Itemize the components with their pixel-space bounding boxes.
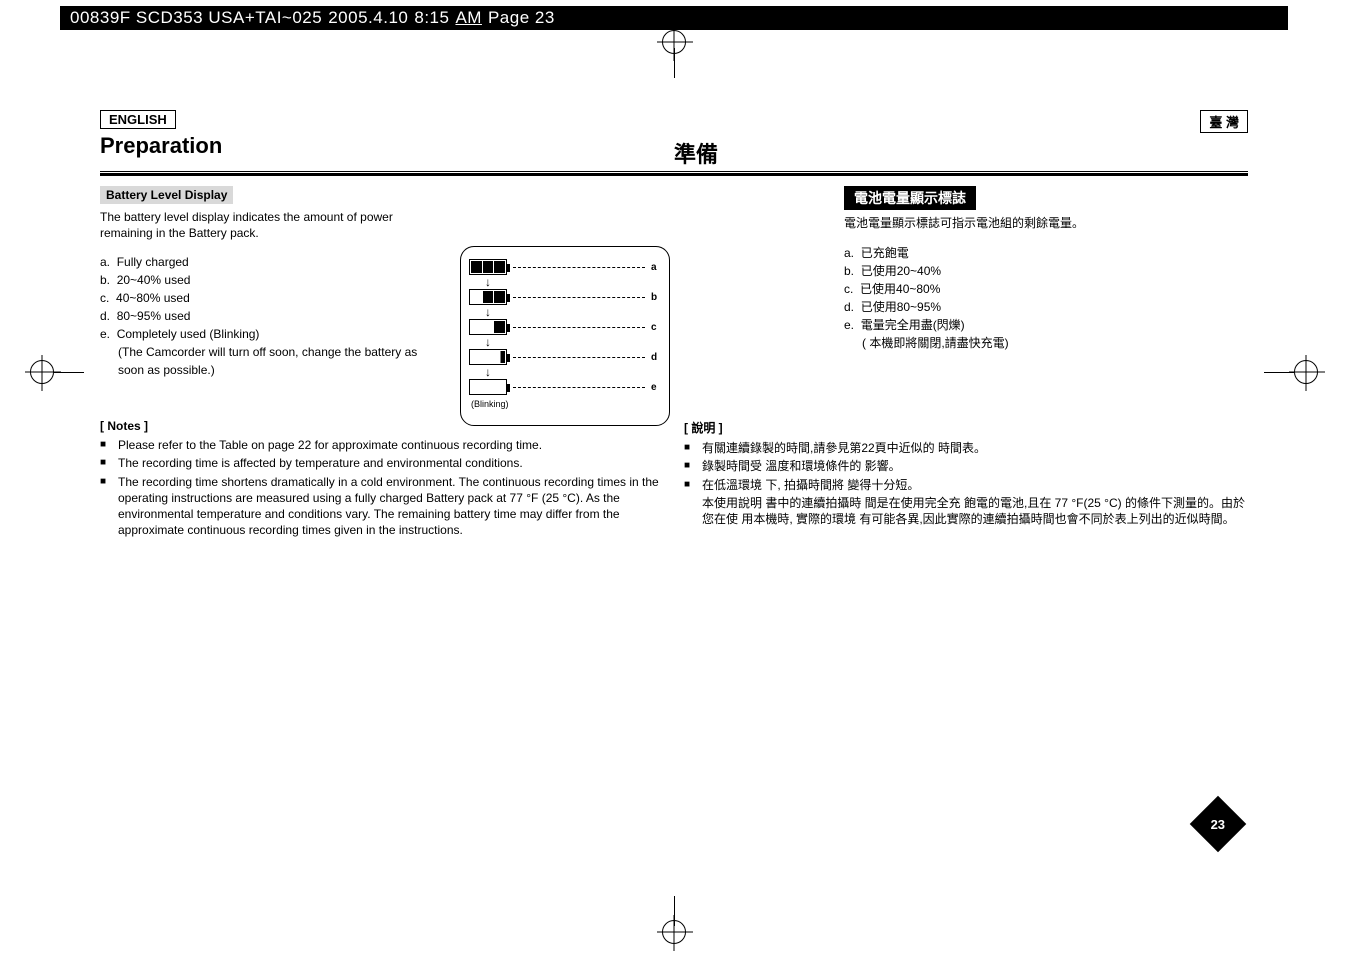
battery-diagram: a ↓ b ↓ c ↓: [460, 246, 670, 426]
crop-mark-icon: [662, 920, 686, 944]
battery-levels-en: a. Fully charged b. 20~40% used c. 40~80…: [100, 253, 444, 379]
blinking-label: (Blinking): [471, 399, 661, 409]
header-page: Page 23: [488, 8, 555, 28]
note-zh-1: 有關連續錄製的時間,請參見第22頁中近似的 時間表。: [684, 440, 1248, 456]
registration-mark-right: [1264, 360, 1318, 384]
level-c-zh: 已使用40~80%: [860, 282, 940, 296]
page-number-badge: 23: [1190, 796, 1247, 853]
lang-box-english: ENGLISH: [100, 110, 176, 129]
level-a-zh: 已充飽電: [861, 246, 909, 260]
notes-head-zh: [ 說明 ]: [684, 419, 1248, 436]
notes-list-en: Please refer to the Table on page 22 for…: [100, 437, 664, 538]
arrow-down-icon: ↓: [485, 277, 661, 287]
rule-thick: [100, 173, 1248, 176]
note-en-1: Please refer to the Table on page 22 for…: [100, 437, 664, 453]
crop-mark-icon: [30, 360, 54, 384]
level-b-zh: 已使用20~40%: [861, 264, 941, 278]
diagram-label-c: c: [651, 322, 661, 333]
registration-mark-top: [662, 30, 686, 78]
level-e-sub-en: (The Camcorder will turn off soon, chang…: [100, 343, 444, 379]
note-zh-3: 在低溫環境 下, 拍攝時間將 變得十分短。: [684, 477, 1248, 493]
level-d-zh: 已使用80~95%: [861, 300, 941, 314]
level-d-en: 80~95% used: [117, 309, 191, 323]
battery-icon-1of3: [469, 319, 507, 335]
sub-head-en: Battery Level Display: [100, 186, 233, 204]
section-title-zh: 準備: [674, 137, 1248, 169]
header-code: 00839F SCD353 USA+TAI~025: [70, 8, 322, 28]
crop-mark-icon: [662, 30, 686, 54]
level-c-en: 40~80% used: [116, 291, 190, 305]
rule-thin: [100, 171, 1248, 172]
lang-box-taiwan: 臺 灣: [1200, 110, 1248, 133]
header-ampm: AM: [455, 8, 482, 28]
level-e-sub-zh: ( 本機即將關閉,請盡快充電): [844, 334, 1248, 352]
battery-icon-full: [469, 259, 507, 275]
section-title-en: Preparation: [100, 133, 674, 159]
level-e-zh: 電量完全用盡(閃爍): [861, 318, 965, 332]
arrow-down-icon: ↓: [485, 307, 661, 317]
intro-zh: 電池電量顯示標誌可指示電池組的剩餘電量。: [844, 216, 1248, 232]
page-number: 23: [1211, 817, 1225, 832]
header-time: 8:15: [414, 8, 449, 28]
header-date: 2005.4.10: [328, 8, 408, 28]
note-zh-2: 錄製時間受 溫度和環境條件的 影響。: [684, 458, 1248, 474]
diagram-label-a: a: [651, 262, 661, 273]
registration-mark-left: [30, 360, 84, 384]
arrow-down-icon: ↓: [485, 367, 661, 377]
diagram-label-b: b: [651, 292, 661, 303]
registration-mark-bottom: [662, 896, 686, 944]
crop-mark-icon: [1294, 360, 1318, 384]
diagram-label-d: d: [651, 352, 661, 363]
diagram-label-e: e: [651, 382, 661, 393]
level-e-en: Completely used (Blinking): [117, 327, 260, 341]
note-en-3: The recording time shortens dramatically…: [100, 474, 664, 539]
note-zh-cont: 本使用說明 書中的連續拍攝時 間是在使用完全充 飽電的電池,且在 77 °F(2…: [684, 495, 1248, 527]
battery-icon-sliver: [469, 349, 507, 365]
level-b-en: 20~40% used: [117, 273, 191, 287]
battery-icon-empty: [469, 379, 507, 395]
sub-head-zh: 電池電量顯示標誌: [844, 186, 976, 210]
level-a-en: Fully charged: [117, 255, 189, 269]
note-en-2: The recording time is affected by temper…: [100, 455, 664, 471]
notes-list-zh: 有關連續錄製的時間,請參見第22頁中近似的 時間表。 錄製時間受 溫度和環境條件…: [684, 440, 1248, 493]
battery-icon-2of3: [469, 289, 507, 305]
arrow-down-icon: ↓: [485, 337, 661, 347]
battery-levels-zh: a. 已充飽電 b. 已使用20~40% c. 已使用40~80% d. 已使用…: [844, 244, 1248, 352]
intro-en: The battery level display indicates the …: [100, 210, 444, 241]
